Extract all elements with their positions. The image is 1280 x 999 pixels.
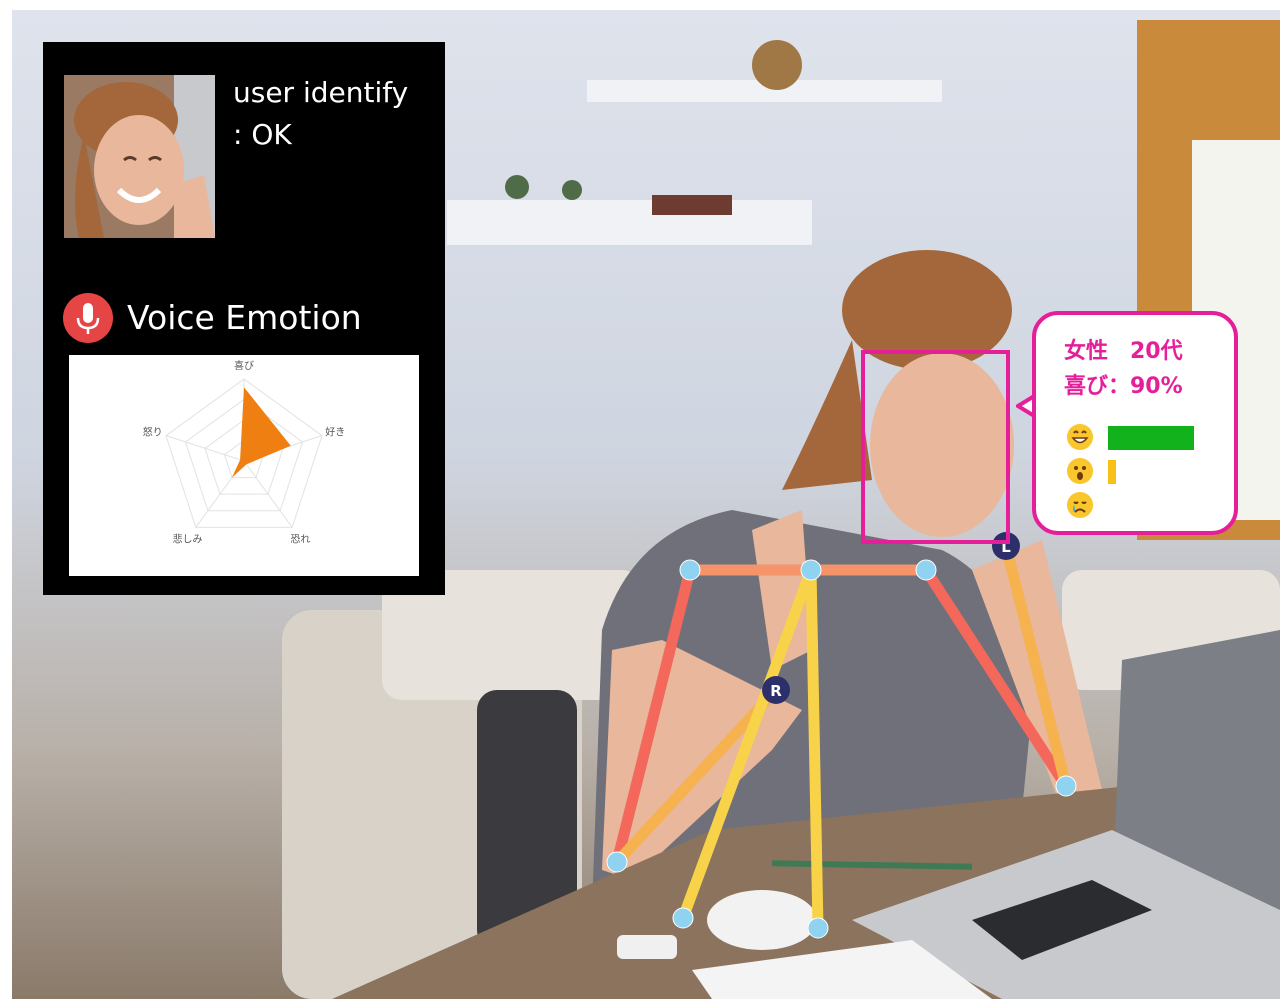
emotion-row-surprised	[1066, 457, 1226, 487]
face-analysis-bubble: 女性 20代 喜び：90%	[1032, 311, 1238, 535]
face-detection-box	[861, 350, 1010, 544]
left-forearm	[1000, 540, 1072, 792]
joint-right-hip	[672, 907, 694, 929]
user-identify-status: user identify : OK	[233, 72, 408, 156]
grinning-face-icon	[1067, 424, 1093, 450]
left-upper-arm	[920, 564, 1072, 792]
happy-level-bar	[1108, 426, 1194, 450]
emotion-row-sad	[1066, 491, 1226, 521]
radar-axis-label: 好き	[325, 426, 345, 438]
microphone-icon	[63, 293, 113, 343]
radar-axis-label: 喜び	[234, 359, 254, 372]
joint-left-elbow	[1055, 775, 1077, 797]
radar-axis-line	[165, 435, 245, 462]
screen: R L 女性 20代 喜び：90% user identify: OK Voi…	[0, 0, 1280, 999]
joint-left-shoulder	[915, 559, 937, 581]
joint-neck	[800, 559, 822, 581]
surprised-level-bar	[1108, 460, 1116, 484]
right-badge-label: R	[770, 682, 782, 700]
voice-emotion-title: Voice Emotion	[127, 298, 362, 337]
voice-emotion-radar-chart: 喜び好き恐れ 悲しみ 怒り	[69, 355, 419, 576]
radar-chart-svg: 喜び好き恐れ 悲しみ 怒り	[143, 359, 346, 546]
torso-right	[677, 564, 817, 924]
joy-percentage-label: 喜び：90%	[1064, 374, 1183, 399]
info-panel: user identify : OK Voice Emotion 喜び好き恐れ 悲…	[43, 42, 445, 595]
joint-right-elbow	[606, 851, 628, 873]
user-identify-label: user identify	[233, 76, 409, 109]
user-identify-result: : OK	[233, 118, 292, 151]
right-hand-badge: R	[762, 676, 790, 704]
gender-age-label: 女性 20代	[1064, 339, 1183, 364]
torso-left	[805, 564, 824, 934]
user-photo	[64, 75, 215, 238]
user-face-thumbnail	[64, 75, 215, 238]
sad-face-icon	[1067, 492, 1093, 518]
joint-right-shoulder	[679, 559, 701, 581]
radar-axis-label: 悲しみ	[173, 533, 203, 546]
joint-left-hip	[807, 917, 829, 939]
radar-value-area	[231, 387, 291, 478]
radar-axis-label: 怒り	[143, 425, 163, 438]
surprised-face-icon	[1067, 458, 1093, 484]
emotion-row-happy	[1066, 423, 1226, 453]
radar-axis-label: 恐れ	[290, 534, 310, 546]
